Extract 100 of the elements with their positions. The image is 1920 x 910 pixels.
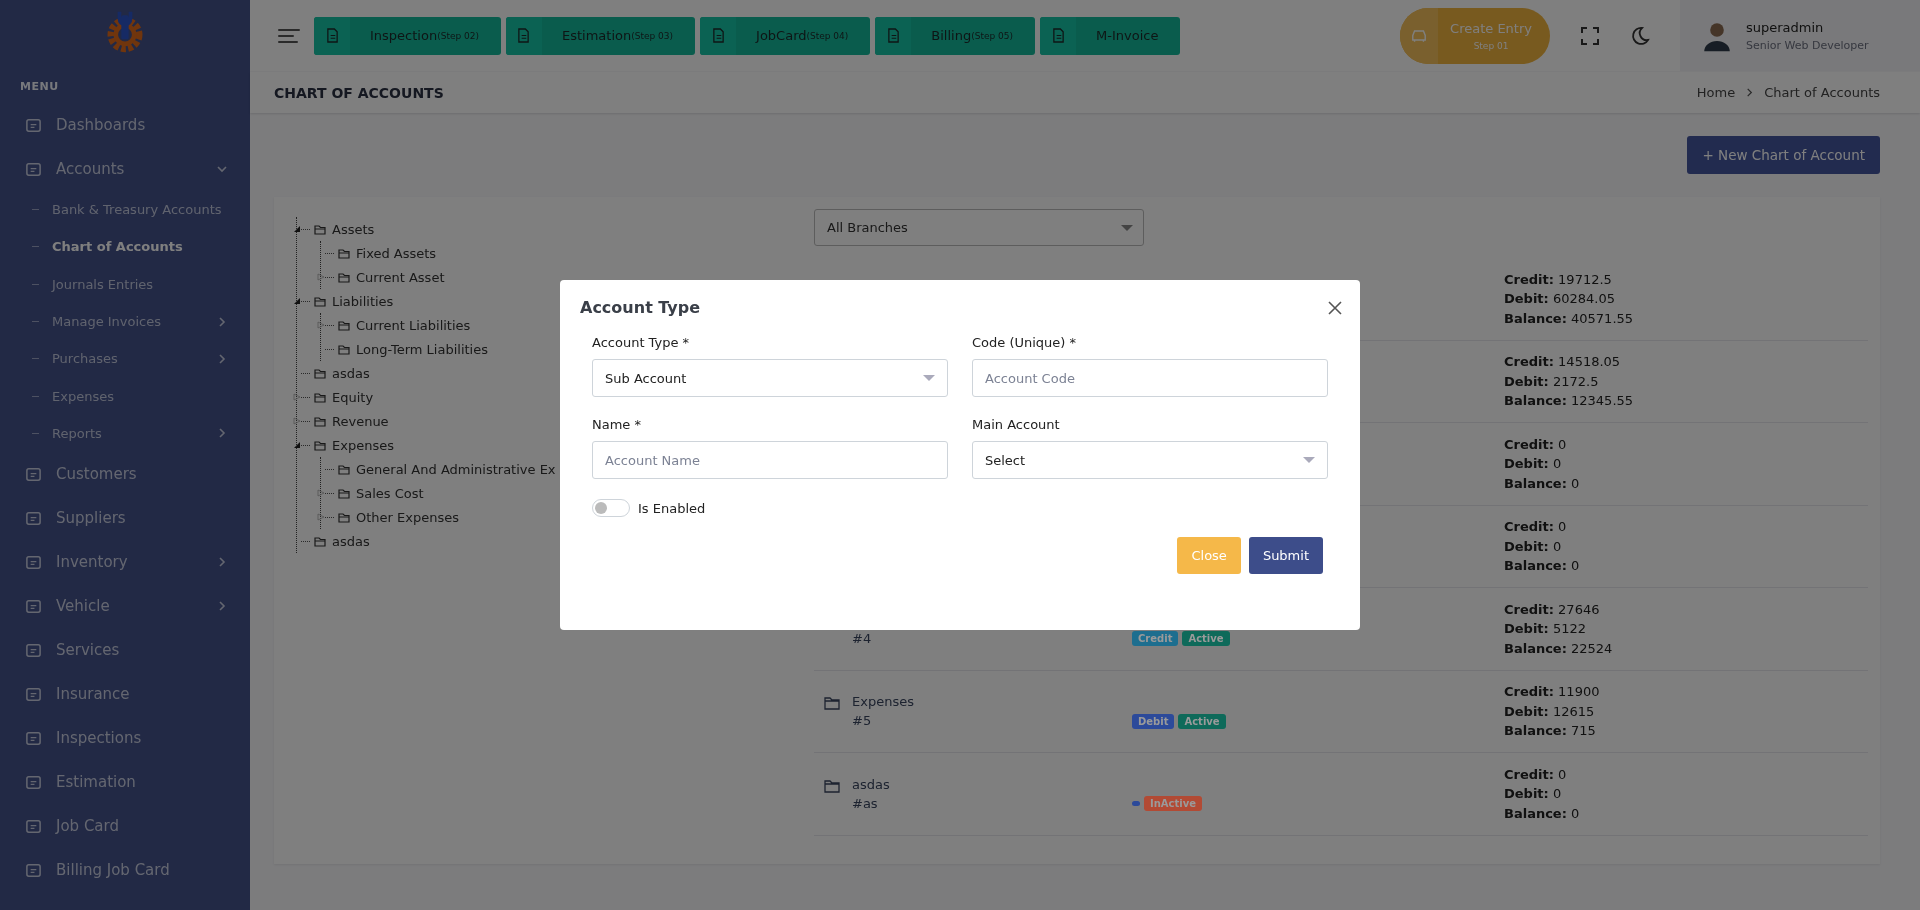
tree-item[interactable]: Current Asset <box>338 269 445 285</box>
menu-icon <box>25 116 42 134</box>
create-entry-button[interactable]: Create Entry Step 01 <box>1400 7 1550 64</box>
sidebar-item[interactable]: Job Card <box>0 804 250 849</box>
chevron-icon <box>216 352 228 365</box>
breadcrumb-link[interactable]: Home <box>1696 85 1736 100</box>
folder-icon <box>314 223 326 235</box>
tree-item[interactable]: General And Administrative Ex <box>338 461 556 477</box>
account-code: #4 <box>852 629 872 648</box>
step-button[interactable]: Estimation(Step 03) <box>506 16 696 55</box>
sidebar-item[interactable]: Customers <box>0 452 250 497</box>
tree-item[interactable]: Long-Term Liabilities <box>338 341 488 357</box>
expanded-triangle-icon <box>293 441 301 449</box>
sidebar-subitem[interactable]: Expenses <box>0 377 250 415</box>
sidebar-item[interactable]: Insurance <box>0 672 250 717</box>
folder-icon <box>314 295 326 307</box>
folder-icon <box>338 463 350 475</box>
sidebar-subitem[interactable]: Journals Entries <box>0 265 250 303</box>
account-total: Debit: 12615 <box>1504 702 1596 721</box>
chevron-icon <box>216 600 228 613</box>
document-icon <box>711 28 725 43</box>
sidebar-item[interactable]: Inventory <box>0 540 250 585</box>
tree-item[interactable]: Equity <box>314 389 374 405</box>
tree-item[interactable]: Liabilities <box>314 293 394 309</box>
status-badge: Credit <box>1132 631 1179 647</box>
sidebar-item[interactable]: Vehicle <box>0 584 250 629</box>
close-icon[interactable] <box>1328 300 1342 315</box>
folder-icon <box>314 367 326 379</box>
chevron-icon <box>1745 88 1755 97</box>
collapsed-triangle-icon <box>293 393 301 401</box>
menu-icon <box>25 641 42 659</box>
tree-item[interactable]: Expenses <box>314 437 394 453</box>
tree-item[interactable]: asdas <box>314 533 370 549</box>
tree-item[interactable]: Sales Cost <box>338 485 424 501</box>
new-account-button[interactable]: + New Chart of Account <box>1687 136 1880 174</box>
folder-icon <box>338 271 350 283</box>
account-total: Balance: 0 <box>1504 474 1581 493</box>
step-button[interactable]: JobCard(Step 04) <box>700 16 871 55</box>
account-total: Credit: 11900 <box>1504 683 1601 701</box>
sidebar-item[interactable]: Suppliers <box>0 496 250 541</box>
menu-icon <box>25 509 42 527</box>
step-button[interactable]: Billing(Step 05) <box>875 16 1035 55</box>
fullscreen-icon[interactable] <box>1580 25 1600 46</box>
menu-icon <box>25 861 42 879</box>
field-label: Code (Unique) * <box>972 335 1078 350</box>
folder-icon <box>314 391 326 403</box>
moon-icon[interactable] <box>1630 25 1650 46</box>
folder-icon <box>338 319 350 331</box>
input-field[interactable]: Account Code <box>972 359 1328 397</box>
account-total: Credit: 27646 <box>1504 600 1601 619</box>
account-total: Balance: 40571.55 <box>1504 309 1635 328</box>
tree-item[interactable]: Current Liabilities <box>338 317 471 333</box>
folder-icon <box>338 487 350 499</box>
tree-item[interactable]: asdas <box>314 365 370 381</box>
account-total: Credit: 19712.5 <box>1504 270 1613 289</box>
sidebar-item[interactable]: Dashboards <box>0 103 250 147</box>
chevron-icon <box>216 315 228 328</box>
expanded-triangle-icon <box>293 297 301 305</box>
account-total: Balance: 0 <box>1504 804 1581 823</box>
sidebar-subitem[interactable]: Purchases <box>0 340 250 378</box>
sidebar-item[interactable]: Services <box>0 628 250 673</box>
account-total: Credit: 14518.05 <box>1504 353 1622 371</box>
account-total: Debit: 2172.5 <box>1504 372 1600 391</box>
tree-item[interactable]: Fixed Assets <box>338 245 437 261</box>
select-field[interactable]: Sub Account <box>592 359 948 397</box>
collapsed-triangle-icon <box>317 273 325 281</box>
sidebar-subitem[interactable]: Chart of Accounts <box>0 228 250 266</box>
menu-icon[interactable] <box>278 27 300 44</box>
close-button[interactable]: Close <box>1177 537 1241 574</box>
breadcrumb-current: Chart of Accounts <box>1764 85 1880 100</box>
chevron-icon <box>216 163 228 175</box>
input-field[interactable]: Account Name <box>592 441 948 479</box>
select-field[interactable]: Select <box>972 441 1328 479</box>
step-button[interactable]: M-Invoice <box>1040 16 1181 55</box>
step-button[interactable]: Inspection(Step 02) <box>314 16 501 55</box>
user-name: superadmin <box>1746 19 1825 35</box>
sidebar-item[interactable]: Estimation <box>0 760 250 805</box>
field-label: Account Type * <box>592 335 691 350</box>
submit-button[interactable]: Submit <box>1248 537 1323 574</box>
sidebar-subitem[interactable]: Manage Invoices <box>0 302 250 341</box>
account-total: Credit: 0 <box>1504 765 1568 784</box>
tree-item[interactable]: Revenue <box>314 413 389 429</box>
account-name[interactable]: asdas <box>852 774 890 794</box>
collapsed-triangle-icon <box>293 417 301 425</box>
expanded-triangle-icon <box>293 225 301 233</box>
sidebar-item[interactable]: Inspections <box>0 716 250 761</box>
sidebar-subitem[interactable]: Bank & Treasury Accounts <box>0 191 250 229</box>
user-panel[interactable]: superadmin Senior Web Developer <box>1680 0 1920 71</box>
collapsed-triangle-icon <box>317 513 325 521</box>
tree-item[interactable]: Other Expenses <box>338 509 459 525</box>
chevron-icon <box>216 427 228 440</box>
sidebar-item[interactable]: Accounts <box>0 147 250 191</box>
account-name[interactable]: Expenses <box>852 692 914 712</box>
sidebar-subitem[interactable]: Reports <box>0 414 250 453</box>
collapsed-triangle-icon <box>317 489 325 497</box>
branch-select[interactable]: All Branches <box>814 209 1144 246</box>
tree-item[interactable]: Assets <box>314 221 375 237</box>
sidebar-item[interactable]: Billing Job Card <box>0 848 250 893</box>
account-total: Balance: 715 <box>1504 722 1597 740</box>
account-total: Balance: 22524 <box>1504 639 1614 658</box>
